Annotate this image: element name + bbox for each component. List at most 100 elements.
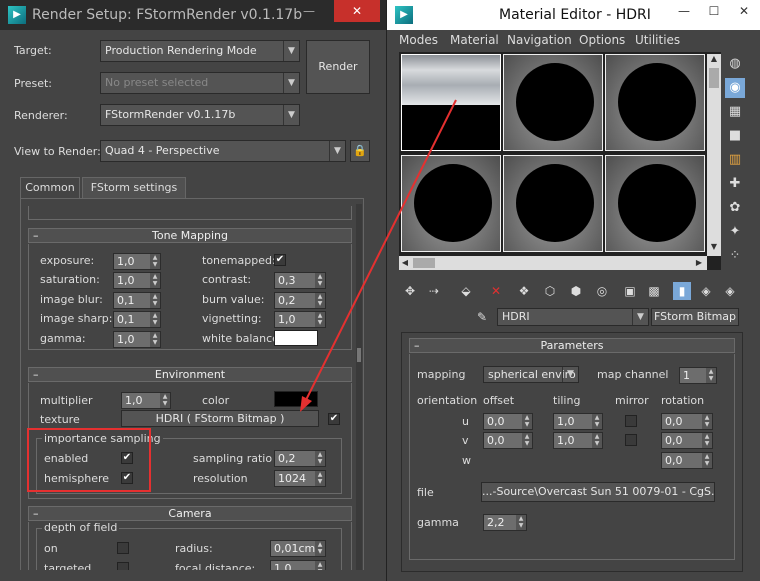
rotation-v-spinner[interactable]: 0,0 ▲ ▼ xyxy=(661,432,713,449)
scroll-up-icon[interactable]: ▲ xyxy=(707,54,721,66)
get-material-icon[interactable]: ✥ xyxy=(401,282,419,300)
sample-slot[interactable] xyxy=(605,155,705,252)
show-end-result-icon[interactable]: ▩ xyxy=(645,282,663,300)
assign-to-selection-icon[interactable]: ⬙ xyxy=(457,282,475,300)
close-button[interactable]: ✕ xyxy=(334,0,380,22)
go-forward-sibling-icon[interactable]: ◈ xyxy=(697,282,715,300)
show-shaded-icon[interactable]: ▣ xyxy=(621,282,639,300)
rotation-w-spinner[interactable]: 0,0 ▲ ▼ xyxy=(661,452,713,469)
spinner-arrows-icon[interactable]: ▲▼ xyxy=(592,414,602,429)
tone-mapping-rollout[interactable]: – Tone Mapping xyxy=(28,228,352,243)
put-to-scene-icon[interactable]: ⇢ xyxy=(425,282,443,300)
saturation-spinner[interactable]: 1,0 ▲ ▼ xyxy=(113,272,161,289)
material-id-channel-icon[interactable]: ◎ xyxy=(593,282,611,300)
scrollbar-thumb[interactable] xyxy=(709,68,719,88)
render-setup-titlebar[interactable]: ▶ Render Setup: FStormRender v0.1.17b — … xyxy=(0,0,386,30)
sample-slot[interactable] xyxy=(503,54,603,151)
target-dropdown[interactable]: Production Rendering Mode ▼ xyxy=(100,40,300,62)
camera-rollout[interactable]: – Camera xyxy=(28,506,352,521)
maximize-button[interactable]: ☐ xyxy=(699,0,729,22)
scroll-right-icon[interactable]: ▶ xyxy=(693,256,705,270)
burn-value-spinner[interactable]: 0,2 ▲ ▼ xyxy=(274,292,326,309)
spinner-arrows-icon[interactable]: ▲▼ xyxy=(150,332,160,347)
sample-slot[interactable] xyxy=(503,155,603,252)
menu-navigation[interactable]: Navigation xyxy=(507,33,572,47)
offset-u-spinner[interactable]: 0,0 ▲ ▼ xyxy=(483,413,533,430)
sample-slot[interactable] xyxy=(605,54,705,151)
panel-scrollbar[interactable] xyxy=(356,204,362,574)
spinner-arrows-icon[interactable]: ▲▼ xyxy=(315,451,325,466)
image-blur-spinner[interactable]: 0,1 ▲ ▼ xyxy=(113,292,161,309)
put-to-library-icon[interactable]: ⬢ xyxy=(567,282,585,300)
file-path-button[interactable]: ...-Source\Overcast Sun 51 0079-01 - CgS… xyxy=(481,482,715,502)
backlight-icon[interactable]: ◉ xyxy=(725,78,745,98)
spinner-arrows-icon[interactable]: ▲▼ xyxy=(315,293,325,308)
background-checker-icon[interactable]: ▦ xyxy=(725,102,745,122)
tiling-u-spinner[interactable]: 1,0 ▲ ▼ xyxy=(553,413,603,430)
texture-map-button[interactable]: HDRI ( FStorm Bitmap ) xyxy=(121,410,319,427)
minimize-button[interactable]: — xyxy=(669,0,699,22)
render-button[interactable]: Render xyxy=(306,40,370,94)
spinner-arrows-icon[interactable]: ▲▼ xyxy=(315,312,325,327)
spinner-arrows-icon[interactable]: ▲▼ xyxy=(150,293,160,308)
radius-spinner[interactable]: 0,01cm ▲ ▼ xyxy=(270,540,326,557)
image-sharp-spinner[interactable]: 0,1 ▲ ▼ xyxy=(113,311,161,328)
spinner-arrows-icon[interactable]: ▲▼ xyxy=(522,414,532,429)
tiling-v-spinner[interactable]: 1,0 ▲ ▼ xyxy=(553,432,603,449)
spinner-arrows-icon[interactable]: ▲▼ xyxy=(315,541,325,556)
gamma-spinner[interactable]: 1,0 ▲ ▼ xyxy=(113,331,161,348)
env-color-swatch[interactable] xyxy=(274,391,318,407)
spinner-arrows-icon[interactable]: ▲▼ xyxy=(160,393,170,408)
texture-enable-checkbox[interactable]: ✔ xyxy=(328,413,340,425)
rotation-u-spinner[interactable]: 0,0 ▲ ▼ xyxy=(661,413,713,430)
spinner-arrows-icon[interactable]: ▲▼ xyxy=(315,471,325,486)
uv-tiling-icon[interactable]: ■ xyxy=(725,126,745,146)
spinner-arrows-icon[interactable]: ▲▼ xyxy=(150,273,160,288)
material-editor-titlebar[interactable]: ▶ Material Editor - HDRI — ☐ ✕ xyxy=(387,0,760,30)
select-by-material-icon[interactable]: ✦ xyxy=(725,222,745,242)
slots-vertical-scrollbar[interactable]: ▲ ▼ xyxy=(707,54,721,256)
dof-on-checkbox[interactable] xyxy=(117,542,129,554)
sampling-ratio-spinner[interactable]: 0,2 ▲ ▼ xyxy=(274,450,326,467)
contrast-spinner[interactable]: 0,3 ▲ ▼ xyxy=(274,272,326,289)
slots-horizontal-scrollbar[interactable]: ◀ ▶ xyxy=(399,256,707,270)
minimize-button[interactable]: — xyxy=(294,0,324,22)
scrollbar-thumb[interactable] xyxy=(357,348,361,362)
menu-material[interactable]: Material xyxy=(450,33,499,47)
preset-dropdown[interactable]: No preset selected ▼ xyxy=(100,72,300,94)
spinner-arrows-icon[interactable]: ▲▼ xyxy=(516,515,526,530)
options-icon[interactable]: ✿ xyxy=(725,198,745,218)
view-dropdown[interactable]: Quad 4 - Perspective ▼ xyxy=(100,140,346,162)
scrollbar-thumb[interactable] xyxy=(413,258,435,268)
sample-type-icon[interactable]: ◍ xyxy=(725,54,745,74)
material-map-navigator-icon[interactable]: ⁘ xyxy=(725,246,745,266)
tab-common[interactable]: Common xyxy=(20,177,80,199)
eyedropper-icon[interactable]: ✎ xyxy=(473,308,491,326)
renderer-dropdown[interactable]: FStormRender v0.1.17b ▼ xyxy=(100,104,300,126)
tab-fstorm-settings[interactable]: FStorm settings xyxy=(82,177,186,199)
offset-v-spinner[interactable]: 0,0 ▲ ▼ xyxy=(483,432,533,449)
resolution-spinner[interactable]: 1024 ▲ ▼ xyxy=(274,470,326,487)
close-button[interactable]: ✕ xyxy=(729,0,759,22)
mapping-dropdown[interactable]: spherical enviro ▼ xyxy=(483,366,579,383)
map-channel-spinner[interactable]: 1 ▲ ▼ xyxy=(679,367,717,384)
sample-slot[interactable] xyxy=(401,155,501,252)
scroll-down-icon[interactable]: ▼ xyxy=(707,242,721,254)
spinner-arrows-icon[interactable]: ▲▼ xyxy=(592,433,602,448)
pick-material-icon[interactable]: ◈ xyxy=(721,282,739,300)
go-to-parent-icon[interactable]: ▮ xyxy=(673,282,691,300)
spinner-arrows-icon[interactable]: ▲▼ xyxy=(702,453,712,468)
material-name-field[interactable]: HDRI ▼ xyxy=(497,308,649,326)
spinner-arrows-icon[interactable]: ▲▼ xyxy=(702,414,712,429)
spinner-arrows-icon[interactable]: ▲▼ xyxy=(522,433,532,448)
reset-map-icon[interactable]: ✕ xyxy=(487,282,505,300)
vignetting-spinner[interactable]: 1,0 ▲ ▼ xyxy=(274,311,326,328)
make-copy-icon[interactable]: ❖ xyxy=(515,282,533,300)
spinner-arrows-icon[interactable]: ▲▼ xyxy=(150,312,160,327)
spinner-arrows-icon[interactable]: ▲▼ xyxy=(706,368,716,383)
make-unique-icon[interactable]: ⬡ xyxy=(541,282,559,300)
menu-options[interactable]: Options xyxy=(579,33,625,47)
gamma-spinner[interactable]: 2,2 ▲ ▼ xyxy=(483,514,527,531)
spinner-arrows-icon[interactable]: ▲▼ xyxy=(150,254,160,269)
menu-modes[interactable]: Modes xyxy=(399,33,438,47)
